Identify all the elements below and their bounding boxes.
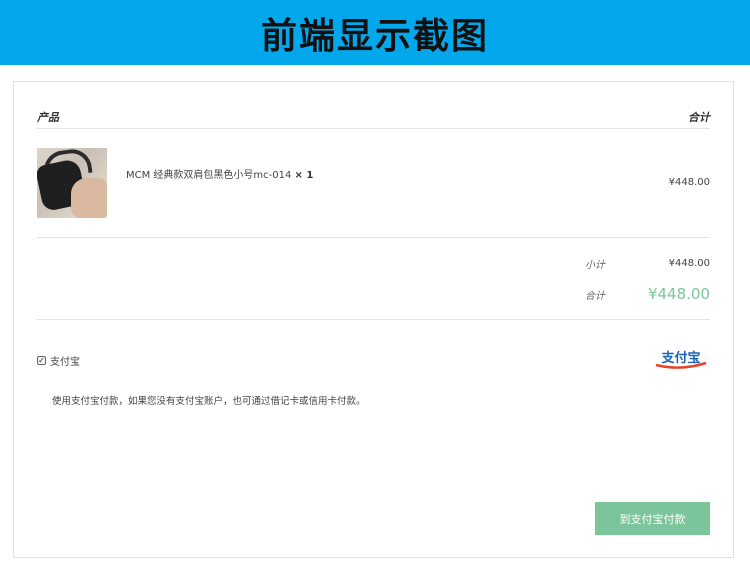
- subtotal-row: 小计 ¥448.00: [585, 256, 710, 271]
- divider: [37, 128, 710, 129]
- header-banner: 前端显示截图: [0, 0, 750, 65]
- svg-text:支付宝: 支付宝: [660, 350, 700, 366]
- product-name: MCM 经典款双肩包黑色小号mc-014 × 1: [126, 166, 313, 181]
- column-header-total: 合计: [688, 111, 710, 124]
- total-value: ¥448.00: [647, 285, 710, 303]
- checkout-card: 产品 合计 MCM 经典款双肩包黑色小号mc-014 × 1 ¥448.00 小…: [13, 81, 734, 558]
- pay-with-alipay-button[interactable]: 到支付宝付款: [595, 502, 710, 535]
- subtotal-value: ¥448.00: [668, 258, 710, 269]
- payment-checkbox[interactable]: ✓: [37, 356, 46, 365]
- divider: [37, 319, 710, 320]
- total-label: 合计: [585, 290, 605, 302]
- subtotal-label: 小计: [585, 260, 605, 271]
- page-title: 前端显示截图: [260, 14, 489, 57]
- payment-method-option[interactable]: ✓ 支付宝: [37, 353, 80, 368]
- total-row: 合计 ¥448.00: [585, 285, 710, 303]
- product-price: ¥448.00: [668, 177, 710, 188]
- table-header: 产品 合计: [37, 106, 710, 128]
- product-title: MCM 经典款双肩包黑色小号mc-014: [126, 170, 292, 181]
- payment-description: 使用支付宝付款，如果您没有支付宝账户，也可通过借记卡或信用卡付款。: [52, 396, 366, 407]
- product-quantity: × 1: [294, 170, 314, 181]
- column-header-product: 产品: [37, 111, 59, 124]
- alipay-logo-icon: 支付宝: [655, 350, 707, 369]
- divider: [37, 237, 710, 238]
- product-image: [37, 148, 107, 218]
- payment-method-label[interactable]: 支付宝: [50, 353, 80, 368]
